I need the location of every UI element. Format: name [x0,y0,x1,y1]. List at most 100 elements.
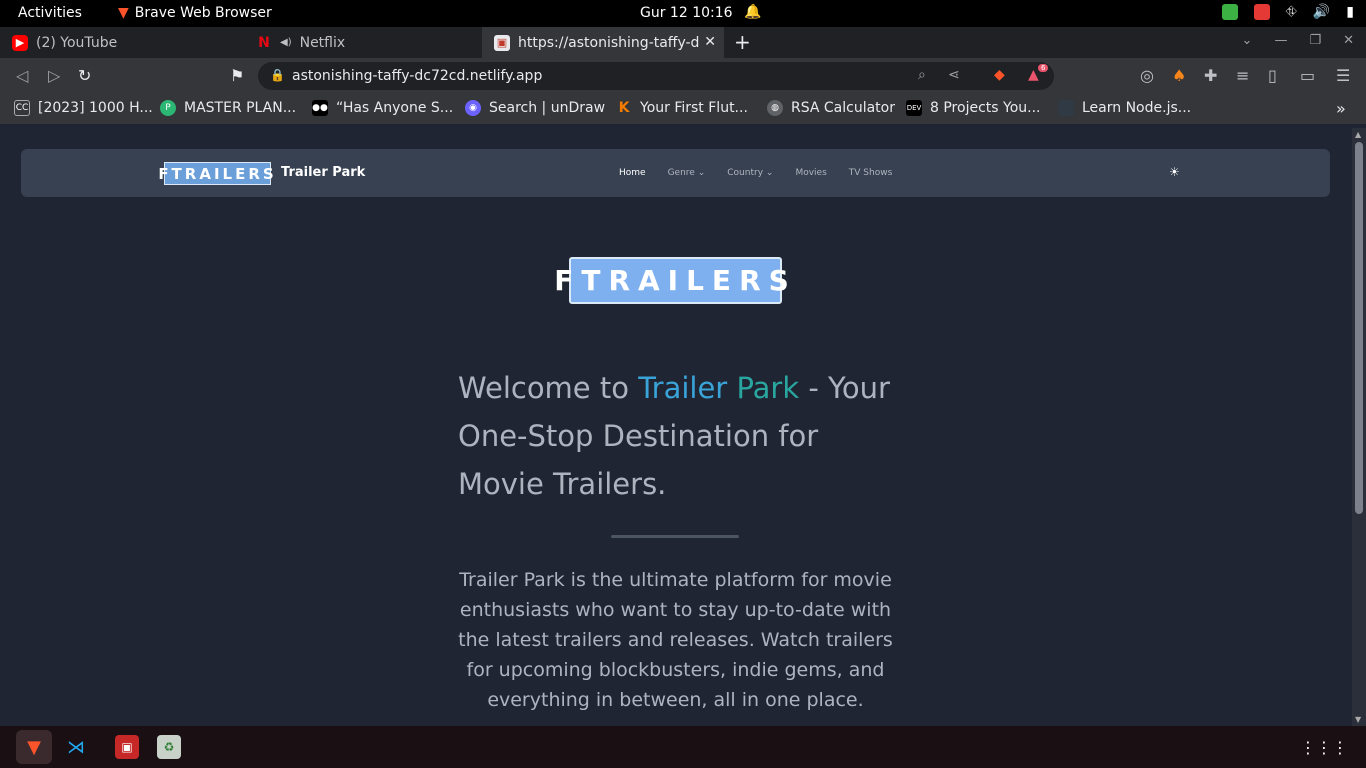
bookmark-label: MASTER PLAN... [184,100,297,116]
nav-genre[interactable]: Genre ⌄ [668,168,706,178]
flutter-icon: K [618,100,630,116]
site-logo[interactable]: FTRAILERS [158,162,274,185]
share-icon[interactable]: ⋖ [948,67,960,83]
nav-country[interactable]: Country ⌄ [727,168,773,178]
app-menu[interactable]: ▼ Brave Web Browser [118,5,272,21]
bookmark-item[interactable]: CC [2023] 1000 H... [14,100,153,116]
terminal-dock-icon[interactable]: ▣ [115,735,139,759]
brave-icon: ▼ [118,5,129,21]
tab-netflix[interactable]: N ◀) Netflix [244,27,482,58]
nav-genre-label: Genre [667,168,695,178]
sidebar-icon[interactable]: ▯ [1268,66,1277,85]
bookmark-icon[interactable]: ⚑ [230,66,244,85]
show-apps-icon[interactable]: ⋮⋮⋮ [1300,738,1348,757]
scroll-down-icon[interactable]: ▼ [1355,715,1361,724]
page-viewport: FTRAILERS Trailer Park Home Genre ⌄ Coun… [0,128,1352,726]
bookmark-item[interactable]: ●● “Has Anyone S... [312,100,453,116]
headline-highlight-park: Park [736,371,800,405]
site-brand[interactable]: Trailer Park [281,165,365,180]
chevron-down-icon: ⌄ [765,168,774,178]
browser-toolbar: ◁ ▷ ↻ ⚑ 🔒 astonishing-taffy-dc72cd.netli… [0,58,1366,94]
menu-icon[interactable]: ☰ [1336,66,1350,85]
bookmark-item[interactable]: ◉ Search | unDraw [465,100,605,116]
nav-tv-shows[interactable]: TV Shows [849,168,893,178]
nav-country-label: Country [727,168,764,178]
window-controls: ⌄ — ❐ ✕ [1242,33,1354,48]
nav-home[interactable]: Home [619,168,646,178]
wallet-icon[interactable]: ▭ [1300,66,1315,85]
audio-playing-icon: ◀) [280,37,292,48]
tab-label: Netflix [299,34,346,51]
headline-highlight-trailer: Trailer [638,371,728,405]
brave-dock-icon[interactable]: ▼ [22,735,46,759]
vscode-dock-icon[interactable]: ⋊ [64,735,88,759]
scroll-up-icon[interactable]: ▲ [1355,130,1361,139]
headline-prefix: Welcome to [458,371,639,405]
nodejs-icon [1058,100,1074,116]
lock-icon[interactable]: 🔒 [270,68,285,82]
site-navbar: FTRAILERS Trailer Park Home Genre ⌄ Coun… [21,149,1330,197]
system-top-bar: Activities ▼ Brave Web Browser Gur 12 10… [0,0,1366,27]
nav-movies[interactable]: Movies [795,168,826,178]
close-tab-icon[interactable]: ✕ [704,34,716,50]
battery-icon: ▮ [1346,4,1354,20]
system-tray[interactable]: ⛗ 🔊 ▮ [1221,4,1354,20]
bookmark-label: “Has Anyone S... [336,100,454,116]
vpn-icon[interactable]: ◎ [1140,66,1154,85]
master-plan-icon: P [160,100,176,116]
clock[interactable]: Gur 12 10:16 [640,5,733,21]
taskbar-dock: ▼ ⋊ ▣ ♻ ⋮⋮⋮ [0,726,1366,768]
bookmark-item[interactable]: DEV 8 Projects You... [906,100,1040,116]
back-icon[interactable]: ◁ [16,66,28,85]
shield-check-icon [1221,4,1238,20]
brave-rewards-icon[interactable]: ▲ [1028,67,1039,83]
extensions-icon[interactable]: ✚ [1204,66,1217,85]
restore-icon[interactable]: ❐ [1309,33,1321,48]
address-bar[interactable]: 🔒 astonishing-taffy-dc72cd.netlify.app ⌕… [258,62,1054,90]
bookmark-label: 8 Projects You... [930,100,1041,116]
site-favicon-icon: ▣ [494,34,510,51]
app-name: Brave Web Browser [134,5,272,21]
tab-youtube[interactable]: ▶ (2) YouTube [0,27,244,58]
brave-shields-icon[interactable]: ◆ [994,67,1005,83]
netflix-icon: N [258,34,270,51]
hero-divider [611,535,739,538]
anydesk-icon [1253,4,1270,20]
page-scrollbar[interactable]: ▲ ▼ [1352,128,1366,726]
bookmarks-bar: CC [2023] 1000 H... P MASTER PLAN... ●● … [0,94,1366,124]
metamask-icon[interactable]: ♠ [1172,66,1186,85]
bookmark-label: [2023] 1000 H... [38,100,153,116]
dev-icon: DEV [906,100,922,116]
network-icon: ⛗ [1285,4,1297,20]
cc-icon: CC [14,100,30,116]
playlist-icon[interactable]: ≡ [1236,66,1249,85]
undraw-icon: ◉ [465,100,481,116]
bookmark-item[interactable]: P MASTER PLAN... [160,100,296,116]
scrollbar-thumb[interactable] [1355,142,1363,514]
bookmark-item[interactable]: ◍ RSA Calculator [767,100,895,116]
hero-logo: FTRAILERS [554,257,789,304]
medium-icon: ●● [312,100,328,116]
hero-headline: Welcome to Trailer Park - Your One-Stop … [458,364,908,508]
tab-label: https://astonishing-taffy-d [518,34,700,51]
close-window-icon[interactable]: ✕ [1343,33,1354,48]
bookmark-item[interactable]: Learn Node.js... [1058,100,1191,116]
url-text[interactable]: astonishing-taffy-dc72cd.netlify.app [292,68,542,84]
minimize-icon[interactable]: — [1274,33,1287,48]
tab-label: (2) YouTube [36,34,118,51]
activities-button[interactable]: Activities [18,5,82,21]
zoom-icon[interactable]: ⌕ [918,67,926,83]
bookmark-label: Learn Node.js... [1082,100,1192,116]
reload-icon[interactable]: ↻ [78,66,91,85]
tab-search-icon[interactable]: ⌄ [1242,33,1253,48]
nav-links: Home Genre ⌄ Country ⌄ Movies TV Shows [619,168,892,178]
bookmark-label: RSA Calculator [791,100,895,116]
tab-trailer-park[interactable]: ▣ https://astonishing-taffy-d ✕ [482,27,724,58]
bookmark-item[interactable]: K Your First Flut... [616,100,748,116]
trash-dock-icon[interactable]: ♻ [157,735,181,759]
theme-toggle-icon[interactable]: ☀ [1169,165,1180,179]
forward-icon[interactable]: ▷ [48,66,60,85]
tab-strip: ▶ (2) YouTube N ◀) Netflix ▣ https://ast… [0,27,1366,58]
new-tab-button[interactable]: + [734,30,751,54]
more-bookmarks-icon[interactable]: » [1336,99,1346,118]
